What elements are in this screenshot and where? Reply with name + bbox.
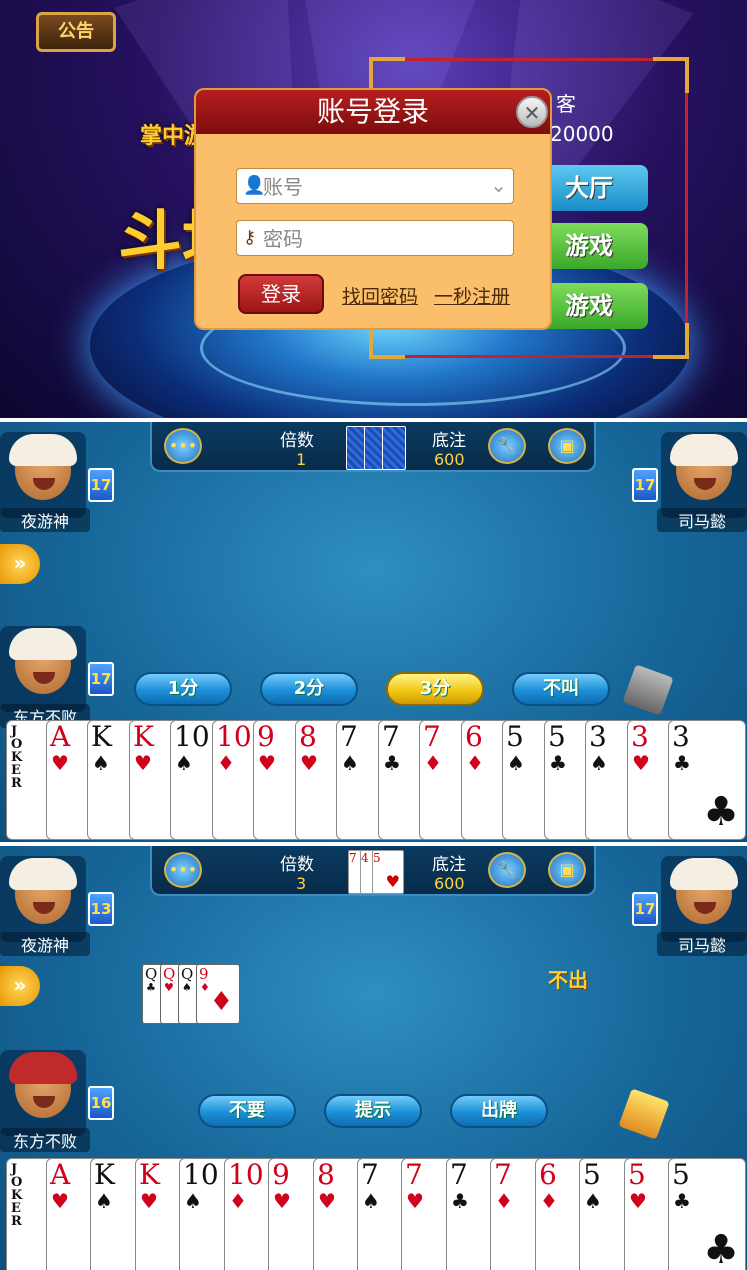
play-cards-button[interactable]: 出牌	[450, 1094, 548, 1128]
card-deck-icon	[622, 664, 674, 716]
bid-2-button[interactable]: 2分	[260, 672, 358, 706]
account-input[interactable]	[261, 172, 485, 202]
multiplier-label: 倍数	[280, 431, 314, 451]
left-player-name: 夜游神	[0, 932, 90, 956]
avatar-right-player	[661, 856, 747, 942]
right-player-status: 不出	[548, 968, 588, 992]
base-bet-label: 底注	[432, 855, 466, 875]
bottom-card-back	[382, 426, 406, 470]
self-player-name: 东方不败	[0, 1128, 90, 1152]
password-input[interactable]	[261, 224, 485, 254]
frame-corner	[653, 57, 689, 93]
guest-label: 客	[556, 92, 576, 116]
player-hand-2: JOKER A ♥ K ♠ K ♥ 10 ♠ 10 ♦ 9 ♥ 8 ♥ 7 ♠ 7 ♥ 7 ♣ 7 ♦ 6 ♦ 5 ♠ 5 ♥ 5 ♣ ♣	[0, 1158, 747, 1270]
game-playing-screen: ••• 倍数 3 7 4 5 ♥ 底注 600 🔧 ▣ 夜游神 13 司马懿 17…	[0, 846, 747, 1270]
multiplier-value: 3	[296, 874, 307, 893]
self-card-count: 16	[88, 1086, 114, 1120]
right-player-name: 司马懿	[657, 508, 747, 532]
notice-button[interactable]: 公告	[36, 12, 116, 52]
account-field: 👤 ⌄	[236, 168, 514, 204]
wrench-icon[interactable]: 🔧	[488, 852, 526, 888]
treasure-icon[interactable]: ▣	[548, 852, 586, 888]
no-bid-button[interactable]: 不叫	[512, 672, 610, 706]
multiplier-label: 倍数	[280, 855, 314, 875]
player-hand-1: JOKER A ♥ K ♠ K ♥ 10 ♠ 10 ♦ 9 ♥ 8 ♥ 7 ♠ 7 ♣ 7 ♦ 6 ♦ 5 ♠ 5 ♣ 3 ♠ 3 ♥ 3 ♣…	[0, 720, 747, 840]
left-card-count: 17	[88, 468, 114, 502]
base-bet-label: 底注	[432, 431, 466, 451]
wrench-icon[interactable]: 🔧	[488, 428, 526, 464]
chat-bubble-icon[interactable]: •••	[164, 428, 202, 464]
forgot-password-link[interactable]: 找回密码	[342, 282, 418, 309]
base-bet-value: 600	[434, 874, 465, 893]
frame-corner	[653, 323, 689, 359]
login-button[interactable]: 登录	[238, 274, 324, 314]
double-chevron-right-icon[interactable]: »	[0, 966, 40, 1006]
bottom-card: 5 ♥	[372, 850, 404, 894]
played-cards: Q ♣ Q ♥ Q ♠ 9 ♦ ♦	[142, 964, 242, 1024]
login-screen: 公告 掌中游 斗地 客 20000 大厅 游戏 游戏 账号登录 ✕ 👤 ⌄ ⚷ …	[0, 0, 747, 418]
avatar-self	[0, 1050, 86, 1136]
dialog-title: 账号登录	[196, 90, 550, 134]
top-status-bar: ••• 倍数 1 底注 600 🔧 ▣	[150, 422, 596, 472]
double-chevron-right-icon[interactable]: »	[0, 544, 40, 584]
treasure-icon[interactable]: ▣	[548, 428, 586, 464]
bid-1-button[interactable]: 1分	[134, 672, 232, 706]
left-card-count: 13	[88, 892, 114, 926]
chat-bubble-icon[interactable]: •••	[164, 852, 202, 888]
right-card-count: 17	[632, 468, 658, 502]
base-bet-value: 600	[434, 450, 465, 469]
hand-card[interactable]: 5 ♣ ♣	[668, 1158, 746, 1270]
avatar-self	[0, 626, 86, 712]
pass-button[interactable]: 不要	[198, 1094, 296, 1128]
multiplier-value: 1	[296, 450, 307, 469]
avatar-right-player	[661, 432, 747, 518]
right-player-name: 司马懿	[657, 932, 747, 956]
close-icon[interactable]: ✕	[516, 96, 548, 128]
hand-card[interactable]: 3 ♣ ♣	[668, 720, 746, 840]
guest-score: 20000	[550, 122, 614, 146]
self-card-count: 17	[88, 662, 114, 696]
avatar-left-player	[0, 856, 86, 942]
login-dialog: 账号登录 ✕ 👤 ⌄ ⚷ 登录 找回密码 一秒注册	[194, 88, 552, 330]
bid-3-button[interactable]: 3分	[386, 672, 484, 706]
played-card: 9 ♦ ♦	[196, 964, 240, 1024]
chevron-down-icon[interactable]: ⌄	[490, 173, 507, 197]
hint-button[interactable]: 提示	[324, 1094, 422, 1128]
top-status-bar: ••• 倍数 3 7 4 5 ♥ 底注 600 🔧 ▣	[150, 846, 596, 896]
register-link[interactable]: 一秒注册	[434, 282, 510, 309]
avatar-left-player	[0, 432, 86, 518]
game-bidding-screen: ••• 倍数 1 底注 600 🔧 ▣ 夜游神 17 司马懿 17 » 东方不败…	[0, 422, 747, 842]
password-field: ⚷	[236, 220, 514, 256]
key-icon: ⚷	[243, 227, 257, 248]
right-card-count: 17	[632, 892, 658, 926]
card-deck-icon	[618, 1088, 670, 1140]
left-player-name: 夜游神	[0, 508, 90, 532]
